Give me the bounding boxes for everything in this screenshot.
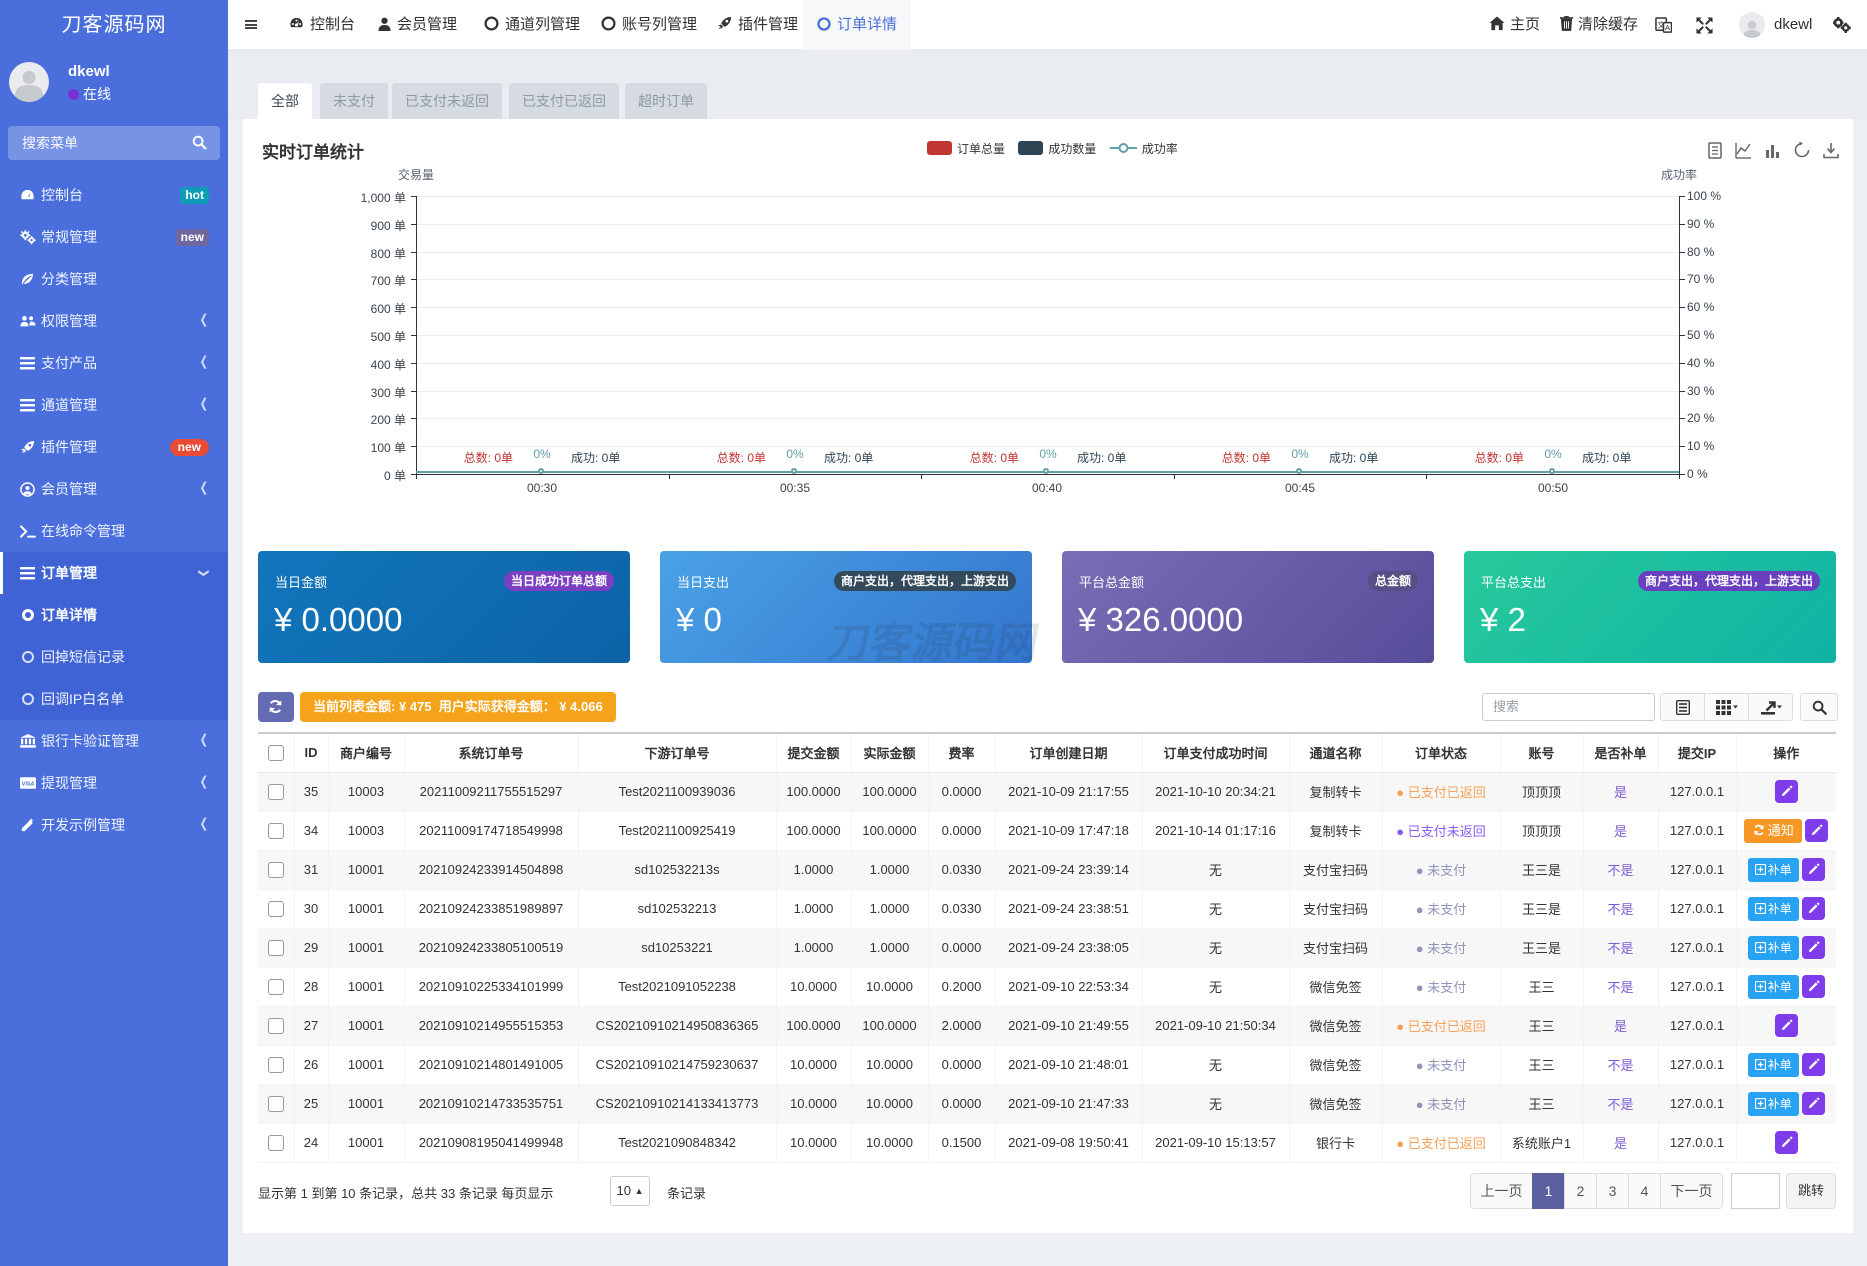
svg-text:VISA: VISA xyxy=(22,782,35,788)
